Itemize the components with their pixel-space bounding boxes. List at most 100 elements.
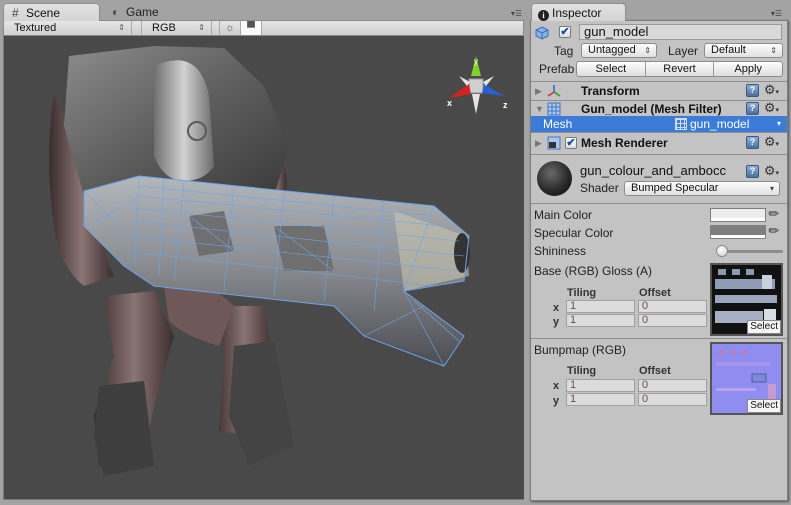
updown-arrows-icon: ⇕ <box>770 46 777 55</box>
specular-color-swatch[interactable] <box>710 225 766 239</box>
y-label: y <box>553 316 560 328</box>
gameobject-active-checkbox[interactable]: ✔ <box>559 26 571 38</box>
tiling-label: Tiling <box>567 365 597 377</box>
scene-viewport[interactable]: y x z <box>3 36 524 500</box>
mesh-renderer-enabled-checkbox[interactable]: ✔ <box>565 137 577 149</box>
tab-game[interactable]: ◐ Game <box>104 3 184 21</box>
tab-game-label: Game <box>126 5 159 19</box>
alpha-bar <box>711 235 765 238</box>
prefab-label: Prefab <box>539 62 575 76</box>
layer-value: Default <box>711 44 746 56</box>
tab-scene-label: Scene <box>26 6 61 20</box>
dropdown-arrow-icon[interactable]: ▾ <box>777 116 781 132</box>
color-mode-dropdown[interactable]: RGB ⇕ <box>142 21 212 35</box>
eyedropper-icon[interactable]: ✎ <box>765 221 784 240</box>
grid-icon: # <box>12 6 19 20</box>
bump-offset-y-input[interactable]: 0 <box>638 393 707 406</box>
material-preview-sphere <box>537 161 572 196</box>
foldout-collapsed-icon[interactable]: ▶ <box>535 86 542 97</box>
image-toggle-button[interactable]: ▀ <box>241 21 262 35</box>
info-icon: i <box>538 10 549 21</box>
material-header: gun_colour_and_ambocc ? ⚙▾ Shader Bumped… <box>531 157 787 203</box>
sun-icon: ☼ <box>224 22 236 34</box>
base-texture-select-button[interactable]: Select <box>747 320 781 334</box>
help-icon[interactable]: ? <box>746 165 759 178</box>
render-mode-dropdown[interactable]: Textured ⇕ <box>4 21 132 35</box>
shader-label: Shader <box>580 181 619 195</box>
prefab-select-button[interactable]: Select <box>577 62 646 76</box>
help-icon[interactable]: ? <box>746 84 759 97</box>
inspector-tab-label: Inspector <box>552 6 602 20</box>
image-icon: ▀ <box>247 22 255 34</box>
material-name: gun_colour_and_ambocc <box>580 163 726 178</box>
prefab-revert-button[interactable]: Revert <box>646 62 715 76</box>
scene-panel: # Scene ◐ Game ▾☰ Textured ⇕ RGB ⇕ ☼ ▀ y… <box>0 0 527 505</box>
x-label: x <box>553 302 560 314</box>
transform-title: Transform <box>581 84 640 98</box>
transform-axes-icon <box>547 85 561 97</box>
mesh-field-row[interactable]: Mesh gun_model ▾ <box>531 116 787 132</box>
mesh-grid-icon <box>675 118 687 130</box>
updown-arrows-icon: ⇕ <box>644 46 651 55</box>
component-transform[interactable]: ▶ Transform ? ⚙▾ <box>531 82 787 100</box>
base-offset-y-input[interactable]: 0 <box>638 314 707 327</box>
alpha-bar <box>711 218 765 221</box>
updown-arrows-icon: ⇕ <box>198 23 205 32</box>
axis-gizmo[interactable]: y x z <box>447 56 508 114</box>
tag-dropdown[interactable]: Untagged ⇕ <box>581 43 657 58</box>
foldout-collapsed-icon[interactable]: ▶ <box>535 138 542 149</box>
tab-scene[interactable]: # Scene <box>3 3 100 21</box>
bumpmap-select-button[interactable]: Select <box>747 399 781 413</box>
render-mode-value: Textured <box>14 22 57 34</box>
shininess-label: Shininess <box>534 244 587 258</box>
offset-label: Offset <box>639 287 671 299</box>
tiling-label: Tiling <box>567 287 597 299</box>
base-offset-x-input[interactable]: 0 <box>638 300 707 313</box>
inspector-panel: i Inspector ▾☰ ✔ gun_model Tag Untagged ⇕ … <box>528 0 791 505</box>
eyedropper-icon[interactable]: ✎ <box>765 204 784 223</box>
divider <box>531 132 787 133</box>
offset-label: Offset <box>639 365 671 377</box>
color-mode-value: RGB <box>152 22 176 34</box>
scene-panel-menu-icon[interactable]: ▾☰ <box>504 10 522 18</box>
main-color-swatch[interactable] <box>710 208 766 222</box>
divider <box>531 203 787 204</box>
lighting-toggle-button[interactable]: ☼ <box>220 21 241 35</box>
main-color-label: Main Color <box>534 208 593 222</box>
bump-tiling-y-input[interactable]: 1 <box>566 393 635 406</box>
bump-tiling-x-input[interactable]: 1 <box>566 379 635 392</box>
mesh-grid-icon <box>547 102 561 116</box>
gameobject-name-input[interactable]: gun_model <box>579 24 782 40</box>
gizmo-x-label: x <box>447 98 452 108</box>
gear-icon[interactable]: ⚙▾ <box>764 163 779 182</box>
tab-inspector[interactable]: i Inspector <box>531 3 626 21</box>
mesh-label: Mesh <box>543 117 573 131</box>
inspector-body: ✔ gun_model Tag Untagged ⇕ Layer Default ⇕… <box>530 20 788 501</box>
bumpmap-thumbnail[interactable]: Select <box>710 342 783 415</box>
gear-icon[interactable]: ⚙▾ <box>764 134 779 153</box>
shader-dropdown[interactable]: Bumped Specular ▾ <box>624 181 780 196</box>
gear-icon[interactable]: ⚙▾ <box>764 82 779 101</box>
divider <box>531 154 787 155</box>
inspector-panel-menu-icon[interactable]: ▾☰ <box>764 10 782 18</box>
base-tiling-x-input[interactable]: 1 <box>566 300 635 313</box>
help-icon[interactable]: ? <box>746 102 759 115</box>
layer-dropdown[interactable]: Default ⇕ <box>704 43 783 58</box>
shininess-slider-knob[interactable] <box>716 245 729 257</box>
base-texture-thumbnail[interactable]: Select <box>710 263 783 336</box>
mesh-renderer-title: Mesh Renderer <box>581 136 668 150</box>
base-tiling-y-input[interactable]: 1 <box>566 314 635 327</box>
x-axis-cone <box>449 84 471 98</box>
mesh-value[interactable]: gun_model <box>690 116 749 132</box>
foldout-expanded-icon[interactable]: ▼ <box>535 104 544 114</box>
tag-value: Untagged <box>588 44 636 56</box>
scene-render: y x z <box>49 46 508 476</box>
layer-label: Layer <box>668 44 699 58</box>
component-mesh-renderer[interactable]: ▶ ✔ Mesh Renderer ? ⚙▾ <box>531 134 787 152</box>
tag-label: Tag <box>554 44 574 58</box>
help-icon[interactable]: ? <box>746 136 759 149</box>
updown-arrows-icon: ⇕ <box>118 23 125 32</box>
gizmo-z-label: z <box>503 100 508 110</box>
bump-offset-x-input[interactable]: 0 <box>638 379 707 392</box>
prefab-apply-button[interactable]: Apply <box>714 62 782 76</box>
